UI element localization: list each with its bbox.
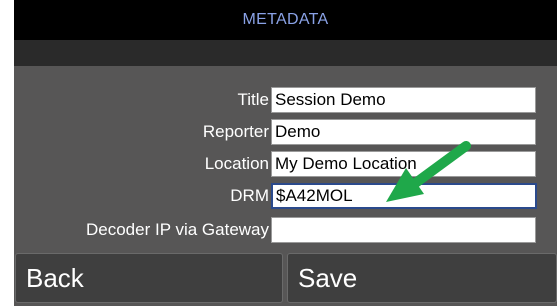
decoder-ip-label: Decoder IP via Gateway <box>86 220 269 239</box>
reporter-field[interactable] <box>271 119 536 145</box>
decoder-ip-field[interactable] <box>271 217 536 243</box>
save-button[interactable]: Save <box>287 253 557 303</box>
title-bar: METADATA <box>14 0 557 40</box>
title-label: Title <box>237 90 270 109</box>
title-field[interactable] <box>271 87 536 113</box>
metadata-screen: METADATA Title Reporter Location DRM Dec… <box>14 0 557 306</box>
location-label: Location <box>204 154 269 173</box>
back-button[interactable]: Back <box>15 253 283 303</box>
form-row-drm: DRM <box>14 183 557 209</box>
drm-label: DRM <box>230 186 269 205</box>
header-separator-bar <box>14 40 557 66</box>
reporter-label: Reporter <box>202 122 269 141</box>
screen-title: METADATA <box>242 11 329 28</box>
form-row-reporter: Reporter <box>14 119 557 145</box>
form-row-location: Location <box>14 151 557 177</box>
drm-field[interactable] <box>271 183 537 209</box>
location-field[interactable] <box>271 151 536 177</box>
form-row-decoder-ip: Decoder IP via Gateway <box>14 217 557 243</box>
form-row-title: Title <box>14 87 557 113</box>
